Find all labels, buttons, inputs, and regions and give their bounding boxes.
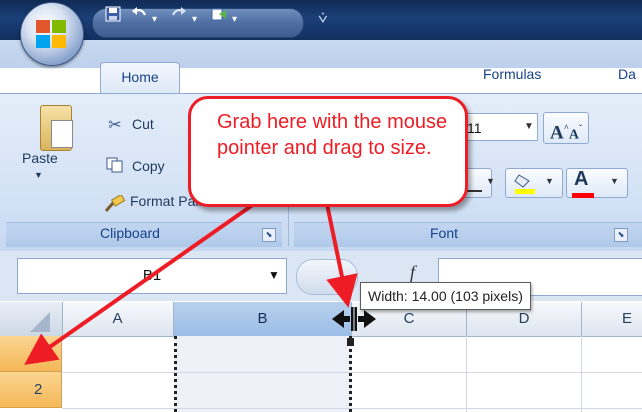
copy-icon [106,157,124,178]
customize-qat-icon[interactable]: ⩒ [318,10,328,28]
paste-paper-icon [51,120,73,148]
office-logo-icon [35,19,67,49]
borders-dropdown-icon[interactable]: ▼ [486,176,495,186]
font-group-footer [294,222,642,247]
print-preview-icon[interactable] [210,5,228,23]
scissors-icon: ✂ [108,117,122,134]
save-icon[interactable] [104,5,122,23]
undo-dropdown-icon[interactable]: ▾ [152,14,157,25]
undo-icon[interactable] [130,5,148,23]
redo-dropdown-icon[interactable]: ▾ [192,14,197,25]
row-header-2[interactable]: 2 [0,372,62,408]
column-gridline [466,336,467,412]
column-header-a[interactable]: A [62,302,174,336]
paste-dropdown-icon[interactable]: ▼ [34,170,43,180]
copy-button[interactable]: Copy [132,158,165,174]
fill-color-dropdown-icon[interactable]: ▼ [545,176,554,186]
insert-function-icon[interactable]: f [410,262,415,283]
font-group-label: Font [430,225,459,241]
paintbrush-icon [104,193,126,218]
tab-formulas[interactable]: Formulas [483,66,541,82]
qat-dropdown-icon[interactable]: ▾ [232,14,237,25]
column-gridline [581,336,582,412]
select-all-triangle-icon [30,312,50,332]
column-header-b[interactable]: B [174,302,352,336]
row-gridline [62,372,642,373]
font-dialog-launcher-icon[interactable]: ⬊ [614,228,628,242]
font-color-dropdown-icon[interactable]: ▼ [610,176,619,186]
column-width-guide [174,336,352,412]
name-box[interactable]: B1 [17,258,287,294]
shrink-font-button[interactable]: A [569,127,579,142]
paste-button[interactable]: Paste [22,150,58,166]
redo-icon[interactable] [170,5,188,23]
font-color-swatch [572,193,594,198]
cut-button[interactable]: Cut [132,116,154,132]
instruction-callout: Grab here with the mouse pointer and dra… [188,96,468,207]
quick-access-toolbar [92,8,304,38]
column-width-tooltip: Width: 14.00 (103 pixels) [360,282,531,310]
resize-handle[interactable] [347,338,354,346]
ribbon-tab-strip [0,40,642,68]
formula-bar-separator-handle[interactable] [296,259,358,295]
tab-home[interactable]: Home [100,62,180,94]
column-resize-cursor-icon [330,307,378,336]
paint-bucket-icon [513,171,537,200]
row-header-1[interactable]: 1 [0,336,62,372]
grow-shrink-font-buttons[interactable]: A^Aˇ [543,112,589,144]
grow-font-button[interactable]: A [550,122,564,143]
clipboard-group-label: Clipboard [100,225,160,241]
font-size-dropdown-icon[interactable]: ▼ [524,121,534,132]
font-color-icon: A [574,168,589,190]
tab-data[interactable]: Da [618,66,636,82]
clipboard-dialog-launcher-icon[interactable]: ⬊ [262,228,276,242]
row-gridline [62,408,642,409]
column-header-e[interactable]: E [582,302,642,336]
name-box-dropdown-icon[interactable]: ▼ [268,268,280,282]
